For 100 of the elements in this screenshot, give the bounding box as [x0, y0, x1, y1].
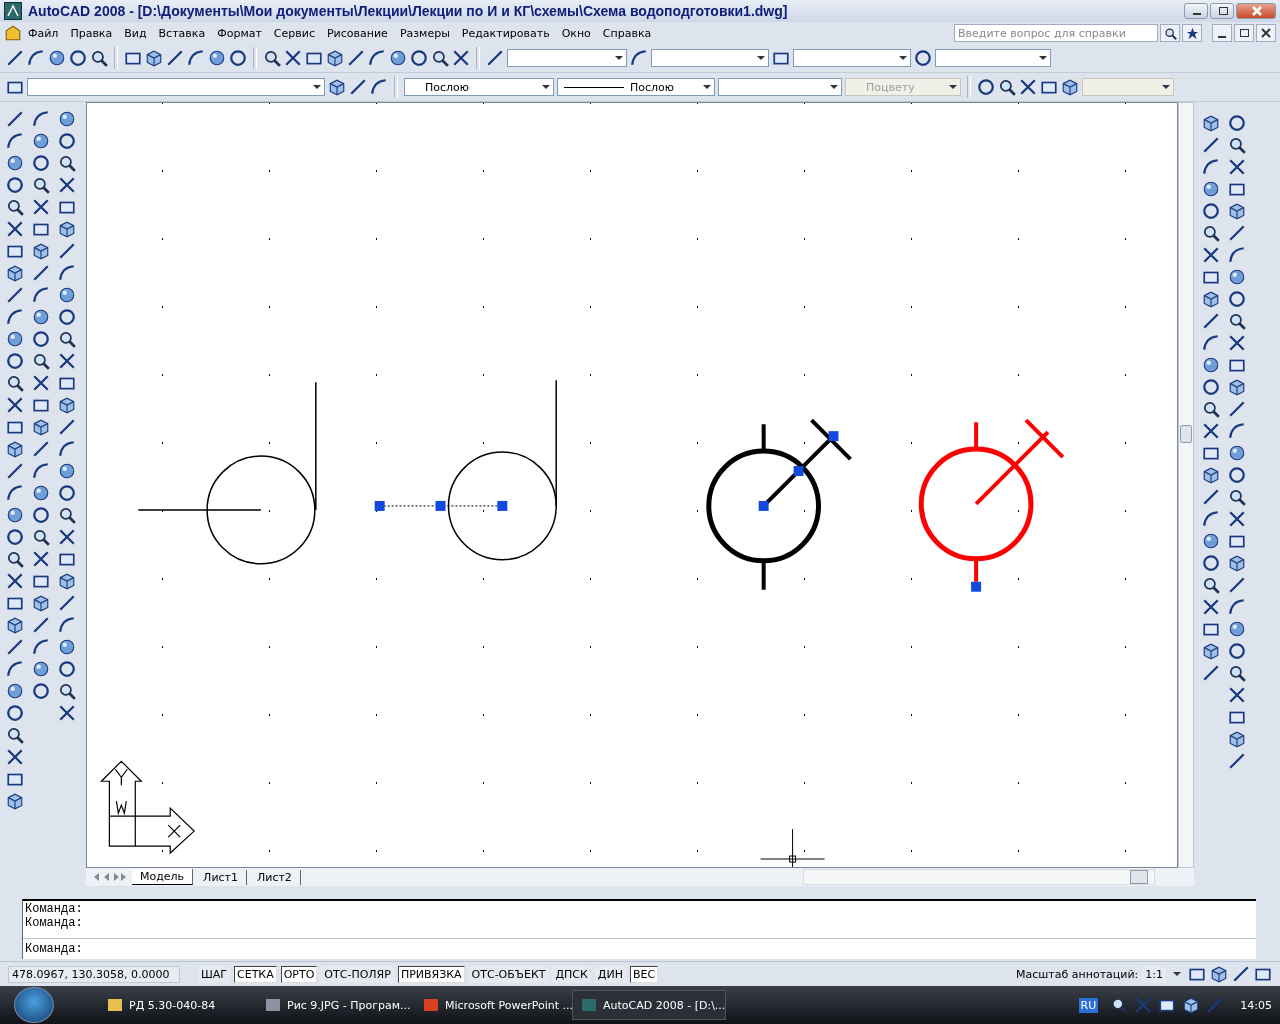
- line-icon[interactable]: [58, 594, 76, 612]
- arc-icon[interactable]: [32, 110, 50, 128]
- cube-icon[interactable]: [1202, 290, 1220, 308]
- cube-icon[interactable]: [6, 792, 24, 810]
- sphere-icon[interactable]: [6, 330, 24, 348]
- sphere-icon[interactable]: [1228, 444, 1246, 462]
- close-icon[interactable]: [1261, 28, 1271, 38]
- start-button[interactable]: [14, 987, 54, 1023]
- sphere-icon[interactable]: [389, 49, 407, 67]
- status-toggle[interactable]: ДПСК: [552, 965, 591, 983]
- magnifier-icon[interactable]: [6, 726, 24, 744]
- cube-icon[interactable]: [328, 78, 346, 96]
- magnifier-icon[interactable]: [263, 49, 281, 67]
- arc-icon[interactable]: [368, 49, 386, 67]
- status-toggle[interactable]: ОРТО: [280, 965, 318, 983]
- circle-icon[interactable]: [6, 528, 24, 546]
- cross-icon[interactable]: [1228, 510, 1246, 528]
- cube-icon[interactable]: [1228, 554, 1246, 572]
- sphere-icon[interactable]: [58, 462, 76, 480]
- magnifier-icon[interactable]: [1202, 224, 1220, 242]
- magnifier-icon[interactable]: [58, 682, 76, 700]
- cube-icon[interactable]: [58, 220, 76, 238]
- arc-icon[interactable]: [6, 308, 24, 326]
- circle-icon[interactable]: [32, 506, 50, 524]
- menu-item[interactable]: Вид: [118, 24, 153, 42]
- maximize-button[interactable]: [1210, 3, 1234, 19]
- magnifier-icon[interactable]: [32, 176, 50, 194]
- layout-tab[interactable]: Модель: [132, 869, 194, 885]
- cube-icon[interactable]: [6, 616, 24, 634]
- layout-tab[interactable]: Лист2: [249, 869, 301, 885]
- arc-icon[interactable]: [58, 264, 76, 282]
- sphere-icon[interactable]: [6, 682, 24, 700]
- cube-icon[interactable]: [1061, 78, 1079, 96]
- arc-icon[interactable]: [32, 286, 50, 304]
- minimize-button[interactable]: [1212, 24, 1232, 42]
- line-icon[interactable]: [6, 638, 24, 656]
- sphere-icon[interactable]: [32, 484, 50, 502]
- magnifier-icon[interactable]: [58, 330, 76, 348]
- cross-icon[interactable]: [284, 49, 302, 67]
- magnifier-icon[interactable]: [6, 198, 24, 216]
- language-indicator[interactable]: RU: [1078, 997, 1099, 1013]
- cross-icon[interactable]: [1019, 78, 1037, 96]
- cross-icon[interactable]: [6, 396, 24, 414]
- circle-icon[interactable]: [229, 49, 247, 67]
- restore-button[interactable]: [1234, 24, 1254, 42]
- magnifier-icon[interactable]: [1202, 576, 1220, 594]
- arc-icon[interactable]: [6, 660, 24, 678]
- cube-icon[interactable]: [6, 264, 24, 282]
- line-icon[interactable]: [1202, 136, 1220, 154]
- sphere-icon[interactable]: [32, 660, 50, 678]
- circle-icon[interactable]: [6, 352, 24, 370]
- magnifier-icon[interactable]: [32, 528, 50, 546]
- status-toggle[interactable]: СЕТКА: [234, 965, 277, 983]
- cube-icon[interactable]: [1228, 378, 1246, 396]
- arc-icon[interactable]: [27, 49, 45, 67]
- cube-icon[interactable]: [32, 418, 50, 436]
- cube-icon[interactable]: [32, 242, 50, 260]
- cross-icon[interactable]: [6, 220, 24, 238]
- arc-icon[interactable]: [1228, 422, 1246, 440]
- circle-icon[interactable]: [6, 704, 24, 722]
- cross-icon[interactable]: [1202, 422, 1220, 440]
- command-window[interactable]: Команда: Команда: Команда:: [22, 899, 1256, 959]
- sphere-icon[interactable]: [6, 154, 24, 172]
- menu-item[interactable]: Справка: [596, 24, 658, 42]
- line-icon[interactable]: [1228, 224, 1246, 242]
- magnifier-icon[interactable]: [1228, 136, 1246, 154]
- circle-icon[interactable]: [914, 49, 932, 67]
- menu-item[interactable]: Редактировать: [455, 24, 556, 42]
- cube-icon[interactable]: [1182, 996, 1201, 1014]
- cross-icon[interactable]: [32, 198, 50, 216]
- taskbar-item[interactable]: AutoCAD 2008 - [D:\...: [572, 990, 726, 1020]
- status-toggle[interactable]: ВЕС: [629, 965, 659, 983]
- circle-icon[interactable]: [32, 154, 50, 172]
- cross-icon[interactable]: [32, 374, 50, 392]
- line-icon[interactable]: [6, 110, 24, 128]
- arc-icon[interactable]: [1202, 334, 1220, 352]
- magnifier-icon[interactable]: [1202, 400, 1220, 418]
- menu-item[interactable]: Файл: [22, 24, 65, 42]
- line-icon[interactable]: [58, 418, 76, 436]
- line-icon[interactable]: [32, 616, 50, 634]
- arc-icon[interactable]: [6, 132, 24, 150]
- cross-icon[interactable]: [1202, 598, 1220, 616]
- line-icon[interactable]: [58, 242, 76, 260]
- line-icon[interactable]: [1202, 664, 1220, 682]
- layout-tab[interactable]: Лист1: [195, 869, 247, 885]
- magnifier-icon[interactable]: [32, 352, 50, 370]
- circle-icon[interactable]: [1228, 114, 1246, 132]
- magnifier-icon[interactable]: [1228, 488, 1246, 506]
- sphere-icon[interactable]: [32, 132, 50, 150]
- line-icon[interactable]: [1228, 576, 1246, 594]
- status-toggle[interactable]: ДИН: [594, 965, 626, 983]
- cube-icon[interactable]: [1210, 965, 1228, 983]
- status-toggle[interactable]: ОТС-ОБЪЕКТ: [468, 965, 549, 983]
- line-icon[interactable]: [32, 264, 50, 282]
- sphere-icon[interactable]: [1228, 268, 1246, 286]
- sphere-icon[interactable]: [1202, 180, 1220, 198]
- cross-icon[interactable]: [58, 352, 76, 370]
- cube-icon[interactable]: [1228, 202, 1246, 220]
- sphere-icon[interactable]: [32, 308, 50, 326]
- annotation-scale-dropdown[interactable]: 1:1: [1142, 965, 1166, 983]
